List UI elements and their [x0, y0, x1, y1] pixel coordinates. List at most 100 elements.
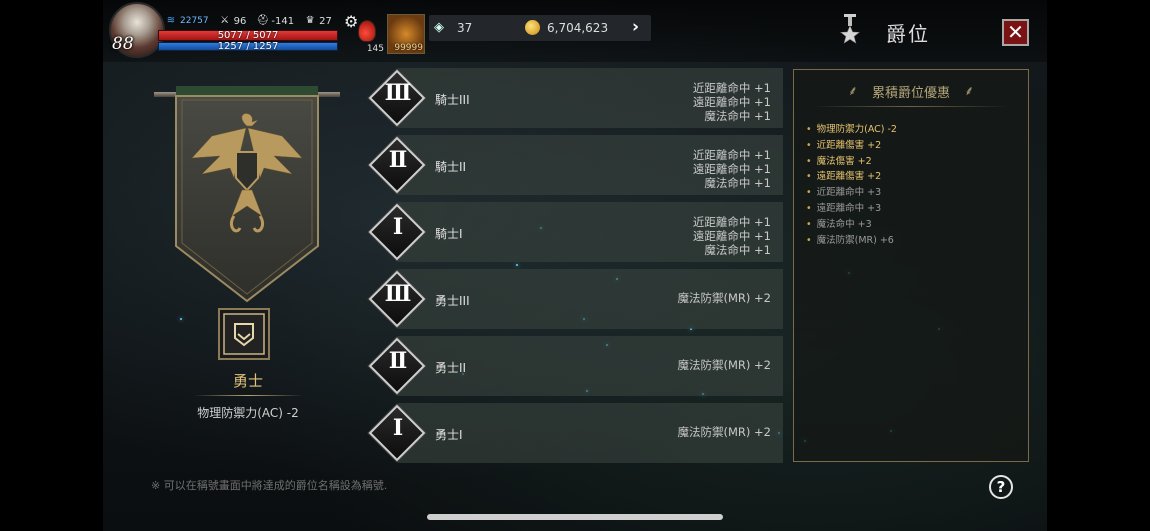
item-count: 99999 [394, 43, 423, 53]
accumulated-bonus-text: 遠距離命中 +3 [816, 202, 882, 214]
eagle-banner [175, 86, 319, 303]
potion-slot[interactable]: ⚙ 145 [344, 14, 384, 55]
panel-divider [812, 106, 1010, 107]
rank-name: 騎士II [435, 160, 467, 174]
stat-trophy-value: 27 [319, 15, 332, 27]
laurel-right-icon: ⸙ [964, 84, 974, 99]
rank-row[interactable]: I 勇士I 魔法防禦(MR) +2 [368, 403, 783, 463]
rank-bonus-line: 魔法防禦(MR) +2 [677, 291, 772, 305]
item-slot[interactable]: 99999 [387, 14, 425, 54]
bullet-icon: • [806, 124, 812, 135]
accumulated-bonus-panel: ⸙ 累積爵位優惠 ⸙ • 物理防禦力(AC) -2 • 近距離傷害 +2 • 魔法傷害 +… [793, 69, 1029, 462]
stat-defense: ⛑ -141 [256, 15, 294, 27]
rank-bonus-line: 魔法命中 +1 [704, 109, 771, 123]
accumulated-bonus-text: 近距離命中 +3 [816, 187, 882, 199]
bullet-icon: • [806, 187, 812, 199]
rank-row[interactable]: II 勇士II 魔法防禦(MR) +2 [368, 336, 783, 396]
potion-icon [358, 20, 376, 42]
rank-bonus-list: 魔法防禦(MR) +2 [678, 291, 772, 305]
rank-bonus-list: 近距離命中 +1 遠距離命中 +1 魔法命中 +1 [693, 148, 771, 190]
bullet-icon: • [806, 155, 812, 167]
current-rank-bonus: 物理防禦力(AC) -2 [197, 406, 299, 420]
bullet-icon: • [806, 202, 812, 214]
rank-bonus-line: 遠距離命中 +1 [692, 162, 771, 176]
rank-numeral: III [384, 80, 412, 106]
gold-coin-icon [525, 20, 540, 35]
help-button[interactable]: ? [989, 475, 1013, 499]
rank-row[interactable]: I 騎士I 近距離命中 +1 遠距離命中 +1 魔法命中 +1 [368, 202, 783, 262]
helmet-icon: ⛑ [256, 15, 270, 26]
rank-bonus-line: 魔法命中 +1 [704, 243, 771, 257]
rank-numeral: III [384, 281, 412, 307]
rank-bonus-list: 近距離命中 +1 遠距離命中 +1 魔法命中 +1 [693, 81, 771, 123]
close-button[interactable]: ✕ [1002, 19, 1029, 46]
accumulated-bonus-item: • 魔法傷害 +2 [806, 154, 897, 170]
rank-name: 勇士III [435, 294, 470, 308]
rank-name: 騎士I [435, 227, 463, 241]
current-rank-name: 勇士 [232, 372, 263, 390]
accumulated-bonus-item: • 物理防禦力(AC) -2 [806, 122, 897, 138]
bullet-icon: • [806, 234, 812, 246]
rank-row[interactable]: III 騎士III 近距離命中 +1 遠距離命中 +1 魔法命中 +1 [368, 68, 783, 128]
stat-attack-value: 96 [233, 15, 247, 27]
rank-name: 勇士II [435, 361, 467, 375]
footer-note: ※ 可以在稱號畫面中將達成的爵位名稱設為稱號. [151, 479, 388, 492]
page-title: 爵位 [886, 22, 930, 46]
mp-text: 1257 / 1257 [217, 41, 279, 52]
rank-bonus-line: 魔法命中 +1 [704, 176, 771, 190]
bullet-icon: • [806, 139, 812, 151]
potion-count: 145 [366, 44, 384, 54]
stats-row: ≋ 22757 ⚔ 96 ⛑ -141 ♛ 27 [165, 14, 332, 28]
rank-bonus-line: 魔法防禦(MR) +2 [677, 358, 772, 372]
accumulated-bonus-item: • 遠距離命中 +3 [806, 201, 897, 217]
rank-name: 勇士I [435, 428, 463, 442]
chevron-right-icon[interactable]: › [632, 17, 639, 37]
accumulated-bonus-item: • 遠距離傷害 +2 [806, 169, 897, 185]
rank-bonus-list: 魔法防禦(MR) +2 [678, 425, 772, 439]
stat-attack: ⚔ 96 [219, 15, 247, 27]
medal-icon [838, 14, 862, 44]
rank-numeral: I [392, 214, 403, 240]
hp-bar: 5077 / 5077 [158, 30, 338, 41]
accumulated-bonus-list: • 物理防禦力(AC) -2 • 近距離傷害 +2 • 魔法傷害 +2 • 遠距離傷害 +2 •… [806, 122, 897, 248]
currency-bar: ◈ 37 6,704,623 › [429, 15, 651, 41]
top-hud: 88 ≋ 22757 ⚔ 96 ⛑ -141 ♛ 27 5077 / 5077 … [103, 0, 1047, 62]
rank-bonus-line: 遠距離命中 +1 [692, 95, 771, 109]
stat-trophy: ♛ 27 [304, 15, 332, 27]
stat-defense-value: -141 [271, 15, 295, 27]
bullet-icon: • [806, 171, 812, 183]
gem-count: 37 [457, 21, 473, 35]
accumulated-bonus-text: 近距離傷害 +2 [816, 139, 882, 151]
diamond-icon: ◈ [434, 20, 444, 35]
rank-bonus-line: 魔法防禦(MR) +2 [677, 425, 772, 439]
rank-numeral: II [388, 147, 408, 173]
accumulated-bonus-title: 累積爵位優惠 [871, 86, 950, 101]
accumulated-bonus-item: • 魔法命中 +3 [806, 217, 897, 233]
rank-bonus-list: 魔法防禦(MR) +2 [678, 358, 772, 372]
accumulated-bonus-text: 魔法命中 +3 [816, 218, 872, 230]
accumulated-bonus-item: • 近距離傷害 +2 [806, 138, 897, 154]
trophy-icon: ♛ [305, 15, 315, 26]
stat-wing-value: 22757 [180, 16, 209, 26]
rank-badge-icon [218, 308, 270, 360]
accumulated-bonus-text: 魔法傷害 +2 [816, 155, 872, 167]
rank-bonus-line: 遠距離命中 +1 [692, 229, 771, 243]
accumulated-bonus-item: • 魔法防禦(MR) +6 [806, 233, 897, 249]
rank-bonus-line: 近距離命中 +1 [692, 148, 771, 162]
rank-banner-area: 勇士 物理防禦力(AC) -2 [148, 62, 348, 432]
sparkle [516, 264, 518, 266]
rank-numeral: I [392, 415, 403, 441]
stat-wing: ≋ 22757 [165, 15, 209, 27]
rank-name: 騎士III [435, 93, 470, 107]
rank-row[interactable]: III 勇士III 魔法防禦(MR) +2 [368, 269, 783, 329]
rank-row[interactable]: II 騎士II 近距離命中 +1 遠距離命中 +1 魔法命中 +1 [368, 135, 783, 195]
wing-icon: ≋ [166, 15, 176, 26]
rank-screen: 88 ≋ 22757 ⚔ 96 ⛑ -141 ♛ 27 5077 / 5077 … [103, 0, 1047, 531]
accumulated-bonus-text: 物理防禦力(AC) -2 [816, 124, 897, 135]
sword-icon: ⚔ [220, 15, 230, 26]
gold-count: 6,704,623 [547, 21, 609, 35]
home-indicator [427, 514, 723, 520]
rank-bonus-list: 近距離命中 +1 遠距離命中 +1 魔法命中 +1 [693, 215, 771, 257]
rank-bonus-line: 近距離命中 +1 [692, 215, 771, 229]
game-screen: 88 ≋ 22757 ⚔ 96 ⛑ -141 ♛ 27 5077 / 5077 … [0, 0, 1150, 531]
